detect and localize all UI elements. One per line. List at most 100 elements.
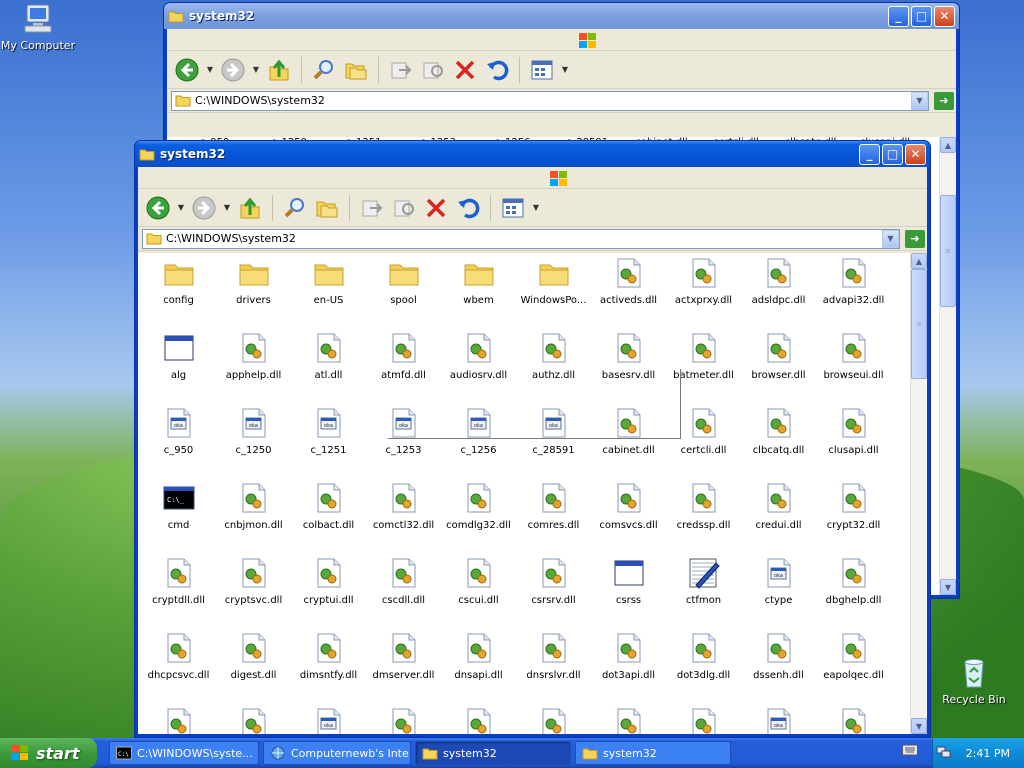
file-item[interactable]: colbact.dll (291, 482, 366, 531)
keyboard-icon[interactable] (902, 744, 918, 759)
file-item[interactable]: oka (741, 707, 816, 734)
file-item[interactable]: oka c_950 (141, 407, 216, 456)
file-item[interactable]: clusapi.dll (816, 407, 891, 456)
forward-dropdown[interactable]: ▼ (251, 56, 261, 84)
file-item[interactable]: cnbjmon.dll (216, 482, 291, 531)
minimize-button[interactable]: _ (888, 5, 909, 27)
search-button[interactable] (310, 56, 338, 84)
file-item[interactable]: oka c_1251 (291, 407, 366, 456)
file-item[interactable]: spool (366, 257, 441, 306)
file-item[interactable]: adsldpc.dll (741, 257, 816, 306)
move-to-button[interactable] (358, 194, 386, 222)
file-item[interactable]: C:\_ cmd (141, 482, 216, 531)
file-item[interactable]: alg (141, 332, 216, 381)
forward-button[interactable] (219, 56, 247, 84)
back-button[interactable] (173, 56, 201, 84)
views-button[interactable] (528, 56, 556, 84)
copy-to-button[interactable] (390, 194, 418, 222)
file-item[interactable]: dimsntfy.dll (291, 632, 366, 681)
address-field[interactable]: C:\WINDOWS\system32 ▼ (171, 90, 929, 111)
file-item[interactable]: dnsapi.dll (441, 632, 516, 681)
move-to-button[interactable] (387, 56, 415, 84)
clock[interactable]: 2:41 PM (966, 747, 1010, 760)
file-item[interactable]: csrss (591, 557, 666, 606)
file-item[interactable]: credssp.dll (666, 482, 741, 531)
file-item[interactable]: browseui.dll (816, 332, 891, 381)
back-button[interactable] (144, 194, 172, 222)
file-item[interactable]: cryptsvc.dll (216, 557, 291, 606)
vertical-scrollbar[interactable]: ▲ ≡ ▼ (910, 253, 927, 734)
undo-button[interactable] (454, 194, 482, 222)
file-item[interactable]: dhcpcsvc.dll (141, 632, 216, 681)
title-bar[interactable]: system32 _ □ ✕ (135, 141, 930, 167)
file-item[interactable] (366, 707, 441, 734)
file-item[interactable]: comdlg32.dll (441, 482, 516, 531)
vertical-scrollbar[interactable]: ▲ ≡ ▼ (939, 137, 956, 595)
file-item[interactable]: cscui.dll (441, 557, 516, 606)
back-dropdown[interactable]: ▼ (176, 194, 186, 222)
folders-button[interactable] (342, 56, 370, 84)
file-item[interactable]: cryptui.dll (291, 557, 366, 606)
views-button[interactable] (499, 194, 527, 222)
file-item[interactable]: clbcatq.dll (741, 407, 816, 456)
file-item[interactable]: dssenh.dll (741, 632, 816, 681)
file-item[interactable]: en-US (291, 257, 366, 306)
maximize-button[interactable]: □ (911, 5, 932, 27)
taskbar-button[interactable]: C:\ C:\WINDOWS\syste... (109, 741, 259, 765)
file-item[interactable]: apphelp.dll (216, 332, 291, 381)
scroll-up-arrow[interactable]: ▲ (911, 253, 927, 269)
views-dropdown[interactable]: ▼ (531, 194, 541, 222)
desktop-icon-my-computer[interactable]: My Computer (0, 2, 78, 52)
back-dropdown[interactable]: ▼ (205, 56, 215, 84)
search-button[interactable] (281, 194, 309, 222)
close-button[interactable]: ✕ (934, 5, 955, 27)
folders-button[interactable] (313, 194, 341, 222)
file-item[interactable]: dot3dlg.dll (666, 632, 741, 681)
file-item[interactable]: dot3api.dll (591, 632, 666, 681)
scroll-thumb[interactable]: ≡ (911, 269, 927, 379)
copy-to-button[interactable] (419, 56, 447, 84)
explorer-window-front[interactable]: system32 _ □ ✕ ▼ ▼ ▼ C:\WINDOWS\system32… (134, 140, 931, 738)
file-item[interactable]: actxprxy.dll (666, 257, 741, 306)
file-item[interactable]: crypt32.dll (816, 482, 891, 531)
file-item[interactable]: advapi32.dll (816, 257, 891, 306)
scroll-down-arrow[interactable]: ▼ (940, 579, 956, 595)
start-button[interactable]: start (0, 738, 97, 768)
file-item[interactable]: config (141, 257, 216, 306)
file-item[interactable] (141, 707, 216, 734)
file-item[interactable]: csrsrv.dll (516, 557, 591, 606)
up-button[interactable] (265, 56, 293, 84)
close-button[interactable]: ✕ (905, 143, 926, 165)
file-item[interactable] (666, 707, 741, 734)
address-dropdown[interactable]: ▼ (911, 91, 928, 110)
file-item[interactable]: credui.dll (741, 482, 816, 531)
go-button[interactable]: ➜ (934, 91, 954, 110)
taskbar-button[interactable]: system32 (415, 741, 571, 765)
file-item[interactable] (441, 707, 516, 734)
file-item[interactable]: drivers (216, 257, 291, 306)
maximize-button[interactable]: □ (882, 143, 903, 165)
desktop-icon-recycle-bin[interactable]: Recycle Bin (934, 656, 1014, 706)
file-item[interactable]: oka c_1250 (216, 407, 291, 456)
file-item[interactable]: eapolqec.dll (816, 632, 891, 681)
undo-button[interactable] (483, 56, 511, 84)
network-icon[interactable] (936, 745, 952, 762)
file-item[interactable]: dmserver.dll (366, 632, 441, 681)
address-dropdown[interactable]: ▼ (882, 229, 899, 248)
file-item[interactable]: cscdll.dll (366, 557, 441, 606)
scroll-down-arrow[interactable]: ▼ (911, 718, 927, 734)
file-item[interactable]: comsvcs.dll (591, 482, 666, 531)
file-item[interactable]: browser.dll (741, 332, 816, 381)
file-item[interactable]: dnsrslvr.dll (516, 632, 591, 681)
forward-button[interactable] (190, 194, 218, 222)
taskbar-button[interactable]: Computernewb's Inte... (263, 741, 411, 765)
views-dropdown[interactable]: ▼ (560, 56, 570, 84)
scroll-thumb[interactable]: ≡ (940, 195, 956, 307)
file-item[interactable]: WindowsPo... (516, 257, 591, 306)
delete-button[interactable] (451, 56, 479, 84)
file-item[interactable] (591, 707, 666, 734)
scroll-up-arrow[interactable]: ▲ (940, 137, 956, 153)
minimize-button[interactable]: _ (859, 143, 880, 165)
forward-dropdown[interactable]: ▼ (222, 194, 232, 222)
file-item[interactable]: oka (291, 707, 366, 734)
